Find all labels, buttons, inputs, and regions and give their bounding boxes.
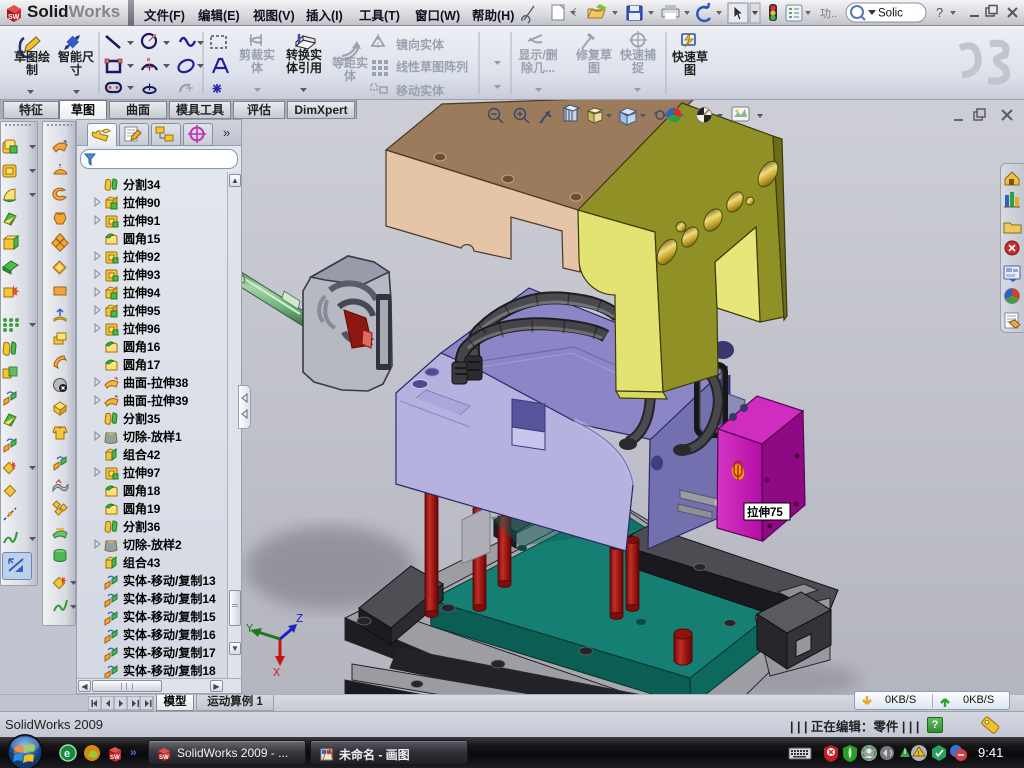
svg-text:切除-放样1: 切除-放样1 [123,429,182,444]
svg-text:!: ! [918,751,920,758]
svg-text:组合42: 组合42 [123,447,161,462]
svg-text:圆角19: 圆角19 [123,501,161,516]
svg-text:圆角15: 圆角15 [123,231,161,246]
svg-text:拉伸75: 拉伸75 [747,505,783,519]
svg-text:»: » [130,745,137,759]
svg-text:圆角16: 圆角16 [123,339,161,354]
svg-text:拉伸97: 拉伸97 [123,465,161,480]
svg-text:实体-移动/复制15: 实体-移动/复制15 [123,609,216,624]
svg-text:组合43: 组合43 [123,555,161,570]
svg-text:拉伸95: 拉伸95 [123,303,161,318]
svg-text:分割36: 分割36 [123,519,161,534]
svg-text:e: e [64,748,70,760]
svg-text:Y: Y [246,622,253,636]
svg-text:实体-移动/复制13: 实体-移动/复制13 [123,573,216,588]
svg-text:Z: Z [296,612,303,626]
svg-text:分割35: 分割35 [123,411,161,426]
svg-text:圆角18: 圆角18 [123,483,161,498]
svg-text:功..: 功.. [820,7,837,20]
svg-text:拉伸91: 拉伸91 [123,213,161,228]
svg-text:拉伸94: 拉伸94 [123,285,161,300]
svg-text:实体-移动/复制16: 实体-移动/复制16 [123,627,216,642]
svg-text:拉伸90: 拉伸90 [123,195,161,210]
svg-text:拉伸92: 拉伸92 [123,249,161,264]
svg-text:SW: SW [110,755,120,761]
svg-text:实体-移动/复制14: 实体-移动/复制14 [123,591,216,606]
svg-text:曲面-拉伸38: 曲面-拉伸38 [123,375,189,390]
svg-text:实体-移动/复制18: 实体-移动/复制18 [123,663,216,678]
svg-text:?: ? [936,5,943,20]
svg-text:Solic: Solic [878,8,903,20]
svg-text:切除-放样2: 切除-放样2 [123,537,182,552]
svg-text:拉伸96: 拉伸96 [123,321,161,336]
svg-text:圆角17: 圆角17 [123,357,161,372]
svg-text:拉伸93: 拉伸93 [123,267,161,282]
svg-text:实体-移动/复制17: 实体-移动/复制17 [123,645,216,660]
svg-text:X: X [273,666,280,680]
svg-text:分割34: 分割34 [123,177,161,192]
svg-text:SW: SW [8,14,20,21]
svg-text:曲面-拉伸39: 曲面-拉伸39 [123,393,189,408]
svg-text:SW: SW [159,755,169,761]
